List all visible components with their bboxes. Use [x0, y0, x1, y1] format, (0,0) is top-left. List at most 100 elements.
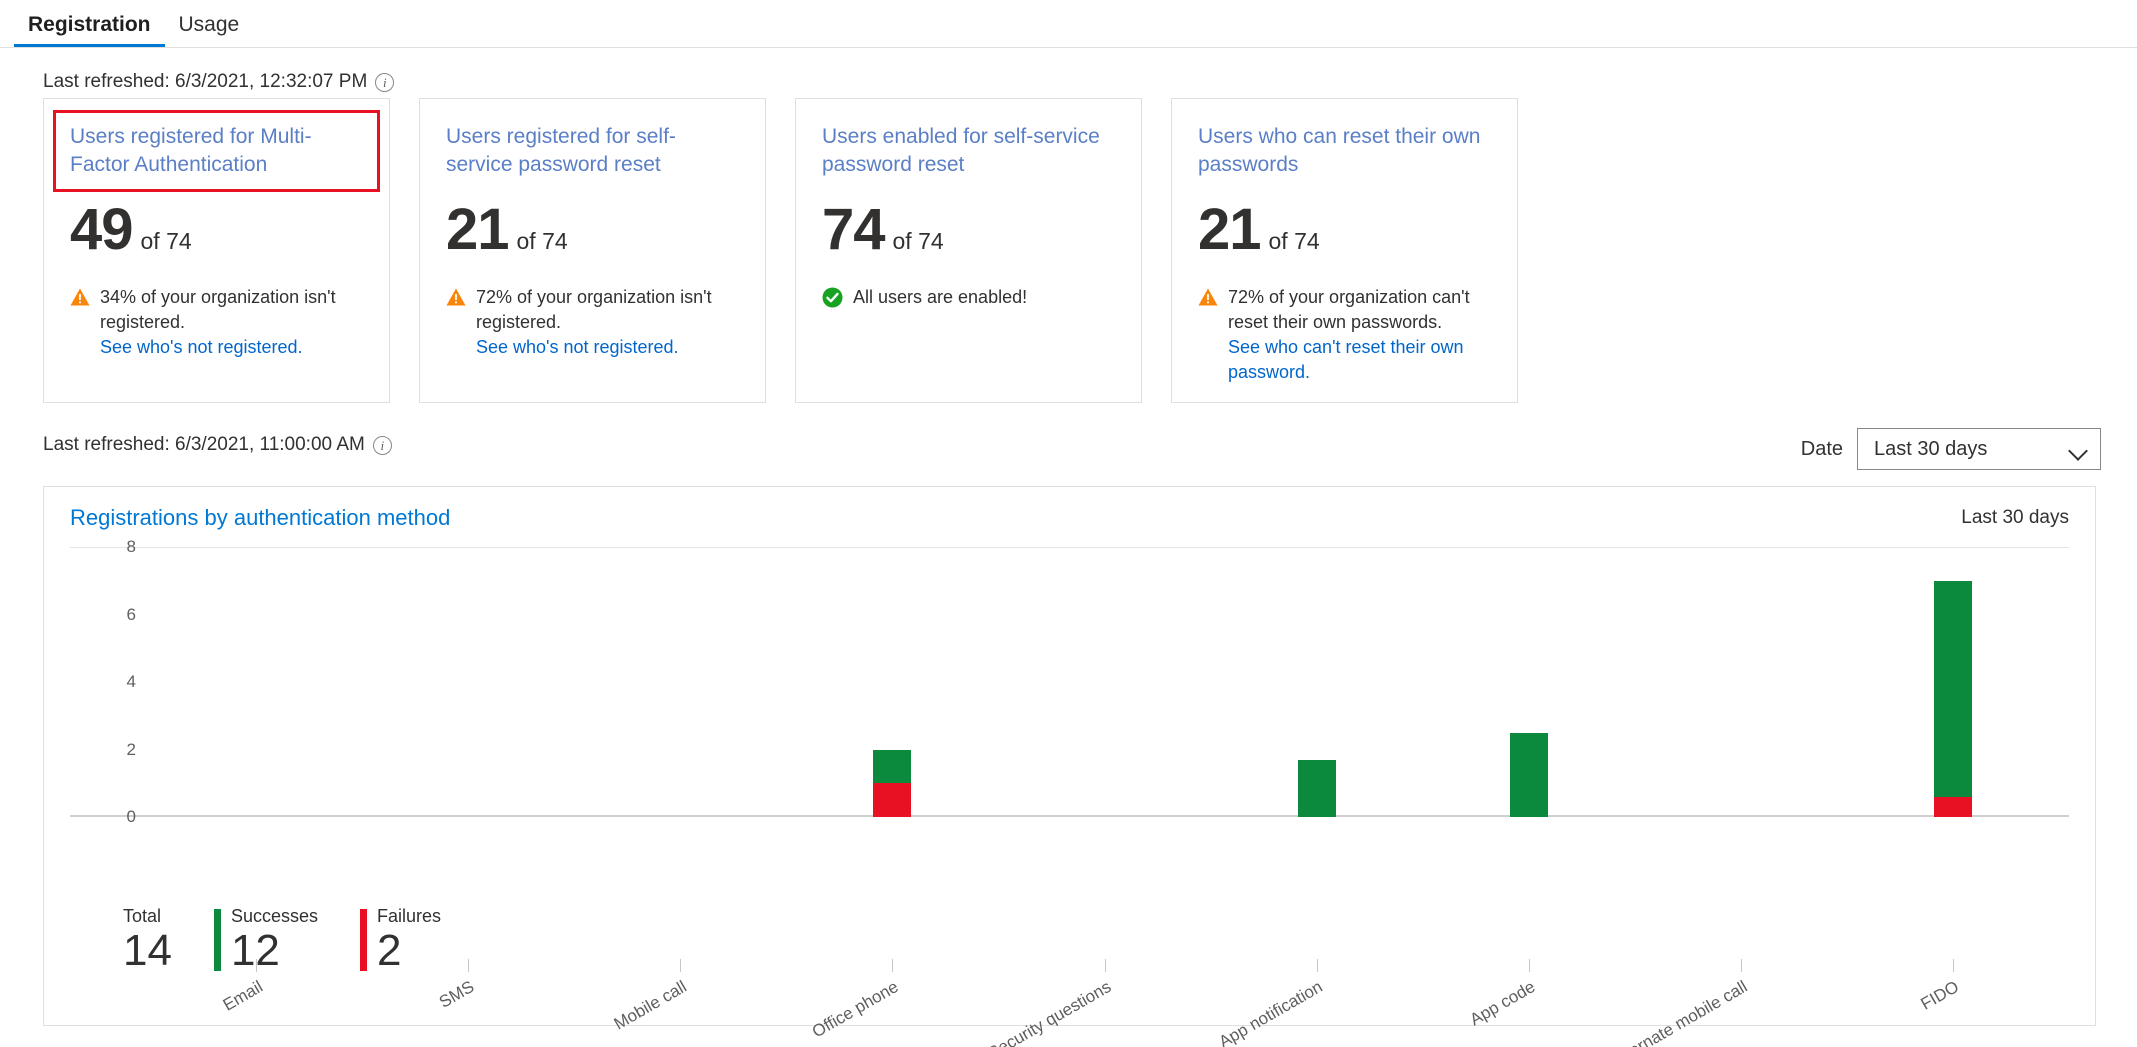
card-title-wrap: Users enabled for self-service password …: [822, 123, 1115, 179]
chart-bar-slot[interactable]: [1423, 547, 1635, 817]
bar-segment-failures: [873, 783, 912, 817]
x-axis-label: App code: [1466, 977, 1539, 1030]
bar-segment-successes: [1509, 732, 1548, 817]
card-title-wrap: Users registered for self-service passwo…: [446, 123, 739, 179]
summary-item-successes: Successes 12: [213, 905, 318, 975]
x-axis-label: Office phone: [809, 977, 902, 1042]
card-title-highlight-box: Users registered for Multi-Factor Authen…: [53, 110, 380, 192]
x-axis-tickmark: [468, 959, 470, 972]
card-title[interactable]: Users registered for self-service passwo…: [446, 123, 739, 179]
bar-segment-successes: [1297, 759, 1336, 817]
card-title[interactable]: Users who can reset their own passwords: [1198, 123, 1491, 179]
card-note-text: 72% of your organization isn't registere…: [476, 285, 739, 360]
summary-item-total: Total 14: [113, 905, 172, 975]
card-note: 34% of your organization isn't registere…: [70, 285, 363, 360]
last-refreshed-chart-text: Last refreshed: 6/3/2021, 11:00:00 AM: [43, 434, 365, 455]
summary-label: Total: [123, 906, 162, 926]
card-value-of: of 74: [1268, 228, 1320, 254]
summary-value: 14: [123, 926, 172, 975]
card-can-reset-password: Users who can reset their own passwords …: [1171, 98, 1518, 403]
chart-bar-slot[interactable]: [362, 547, 574, 817]
summary-label: Successes: [230, 906, 318, 926]
card-value: 21: [446, 197, 510, 262]
x-axis-tickmark: [1740, 959, 1742, 972]
card-mfa-registered: Users registered for Multi-Factor Authen…: [43, 98, 390, 403]
card-value: 49: [70, 197, 134, 262]
success-icon: [822, 287, 843, 308]
y-axis-tick: 0: [126, 807, 136, 826]
chart-bar-app-code[interactable]: [1509, 732, 1548, 817]
info-icon[interactable]: i: [372, 435, 392, 455]
date-filter-label: Date: [1800, 437, 1843, 460]
card-note: 72% of your organization isn't registere…: [446, 285, 739, 360]
card-note-message: 72% of your organization can't reset the…: [1228, 287, 1470, 332]
chart-bar-slot[interactable]: [1635, 547, 1847, 817]
summary-text: Total 14: [123, 905, 172, 975]
x-axis-label: App notification: [1215, 977, 1327, 1047]
date-range-select[interactable]: Last 30 days: [1857, 428, 2101, 470]
card-title[interactable]: Users registered for Multi-Factor Authen…: [70, 123, 363, 179]
card-note-text: All users are enabled!: [853, 285, 1027, 310]
card-value-of: of 74: [892, 228, 944, 254]
chart-y-axis: 0 2 4 6 8: [70, 537, 150, 826]
x-axis-label: Security questions: [984, 977, 1114, 1047]
summary-text: Successes 12: [231, 905, 318, 975]
tab-bar: Registration Usage: [0, 0, 2137, 48]
card-note-text: 72% of your organization can't reset the…: [1228, 285, 1491, 385]
summary-value: 12: [230, 926, 280, 975]
x-axis-label: Alternate mobile call: [1608, 977, 1751, 1047]
card-metric: 49 of 74: [70, 201, 363, 259]
y-axis-tick: 6: [126, 604, 136, 624]
summary-item-failures: Failures 2: [360, 905, 441, 975]
summary-text: Failures 2: [377, 905, 441, 975]
x-axis-tickmark: [1316, 959, 1318, 972]
card-note: All users are enabled!: [822, 285, 1115, 310]
chart-bar-slot[interactable]: [1847, 547, 2059, 817]
card-note-message: 72% of your organization isn't registere…: [476, 287, 712, 332]
chart-range-label: Last 30 days: [1961, 507, 2069, 528]
info-icon[interactable]: i: [375, 72, 395, 92]
summary-label: Failures: [377, 906, 442, 926]
chart-plot-area: 0 2 4 6 8: [70, 537, 2069, 826]
card-sspr-enabled: Users enabled for self-service password …: [795, 98, 1142, 403]
card-value-of: of 74: [516, 228, 568, 254]
x-axis-label: Mobile call: [610, 977, 690, 1034]
chart-bar-slot[interactable]: [150, 547, 362, 817]
chart-bar-fido[interactable]: [1933, 580, 1972, 817]
card-note-text: 34% of your organization isn't registere…: [100, 285, 363, 360]
tab-registration[interactable]: Registration: [14, 13, 165, 47]
app-root: Registration Usage Last refreshed: 6/3/2…: [0, 0, 2137, 1047]
x-axis-label: SMS: [436, 977, 478, 1012]
y-axis-tick: 4: [126, 672, 136, 691]
warning-icon: [70, 288, 90, 306]
chart-bar-office-phone[interactable]: [873, 749, 912, 817]
last-refreshed-top-text: Last refreshed: 6/3/2021, 12:32:07 PM: [43, 71, 368, 92]
chart-bar-slot[interactable]: [1211, 547, 1423, 817]
x-axis-tickmark: [1528, 959, 1530, 972]
x-axis-label: Email: [219, 977, 266, 1015]
tab-usage[interactable]: Usage: [165, 13, 254, 47]
chart-bar-slot[interactable]: [786, 547, 998, 817]
card-title[interactable]: Users enabled for self-service password …: [822, 123, 1115, 179]
bar-segment-failures: [1933, 796, 1972, 817]
x-axis-tickmark: [680, 959, 682, 972]
card-sspr-registered: Users registered for self-service passwo…: [419, 98, 766, 403]
card-note-link[interactable]: See who's not registered.: [476, 337, 679, 357]
y-axis-tick: 2: [126, 739, 136, 759]
chart-title[interactable]: Registrations by authentication method: [70, 505, 450, 531]
chart-summary: Total 14 Successes 12 Failures 2: [113, 905, 441, 975]
card-title-wrap: Users who can reset their own passwords: [1198, 123, 1491, 179]
last-refreshed-chart: Last refreshed: 6/3/2021, 11:00:00 AM i: [43, 434, 392, 456]
card-metric: 21 of 74: [446, 201, 739, 259]
card-note: 72% of your organization can't reset the…: [1198, 285, 1491, 385]
chart-bar-slot[interactable]: [574, 547, 786, 817]
chart-bar-slot[interactable]: [998, 547, 1210, 817]
summary-cards: Users registered for Multi-Factor Authen…: [43, 98, 1518, 403]
bar-segment-successes: [873, 749, 912, 784]
card-metric: 74 of 74: [822, 201, 1115, 259]
card-note-link[interactable]: See who can't reset their own password.: [1228, 337, 1464, 382]
card-note-link[interactable]: See who's not registered.: [100, 337, 303, 357]
chart-bar-app-notification[interactable]: [1297, 759, 1336, 817]
warning-icon: [446, 288, 466, 306]
card-note-message: All users are enabled!: [853, 287, 1028, 307]
